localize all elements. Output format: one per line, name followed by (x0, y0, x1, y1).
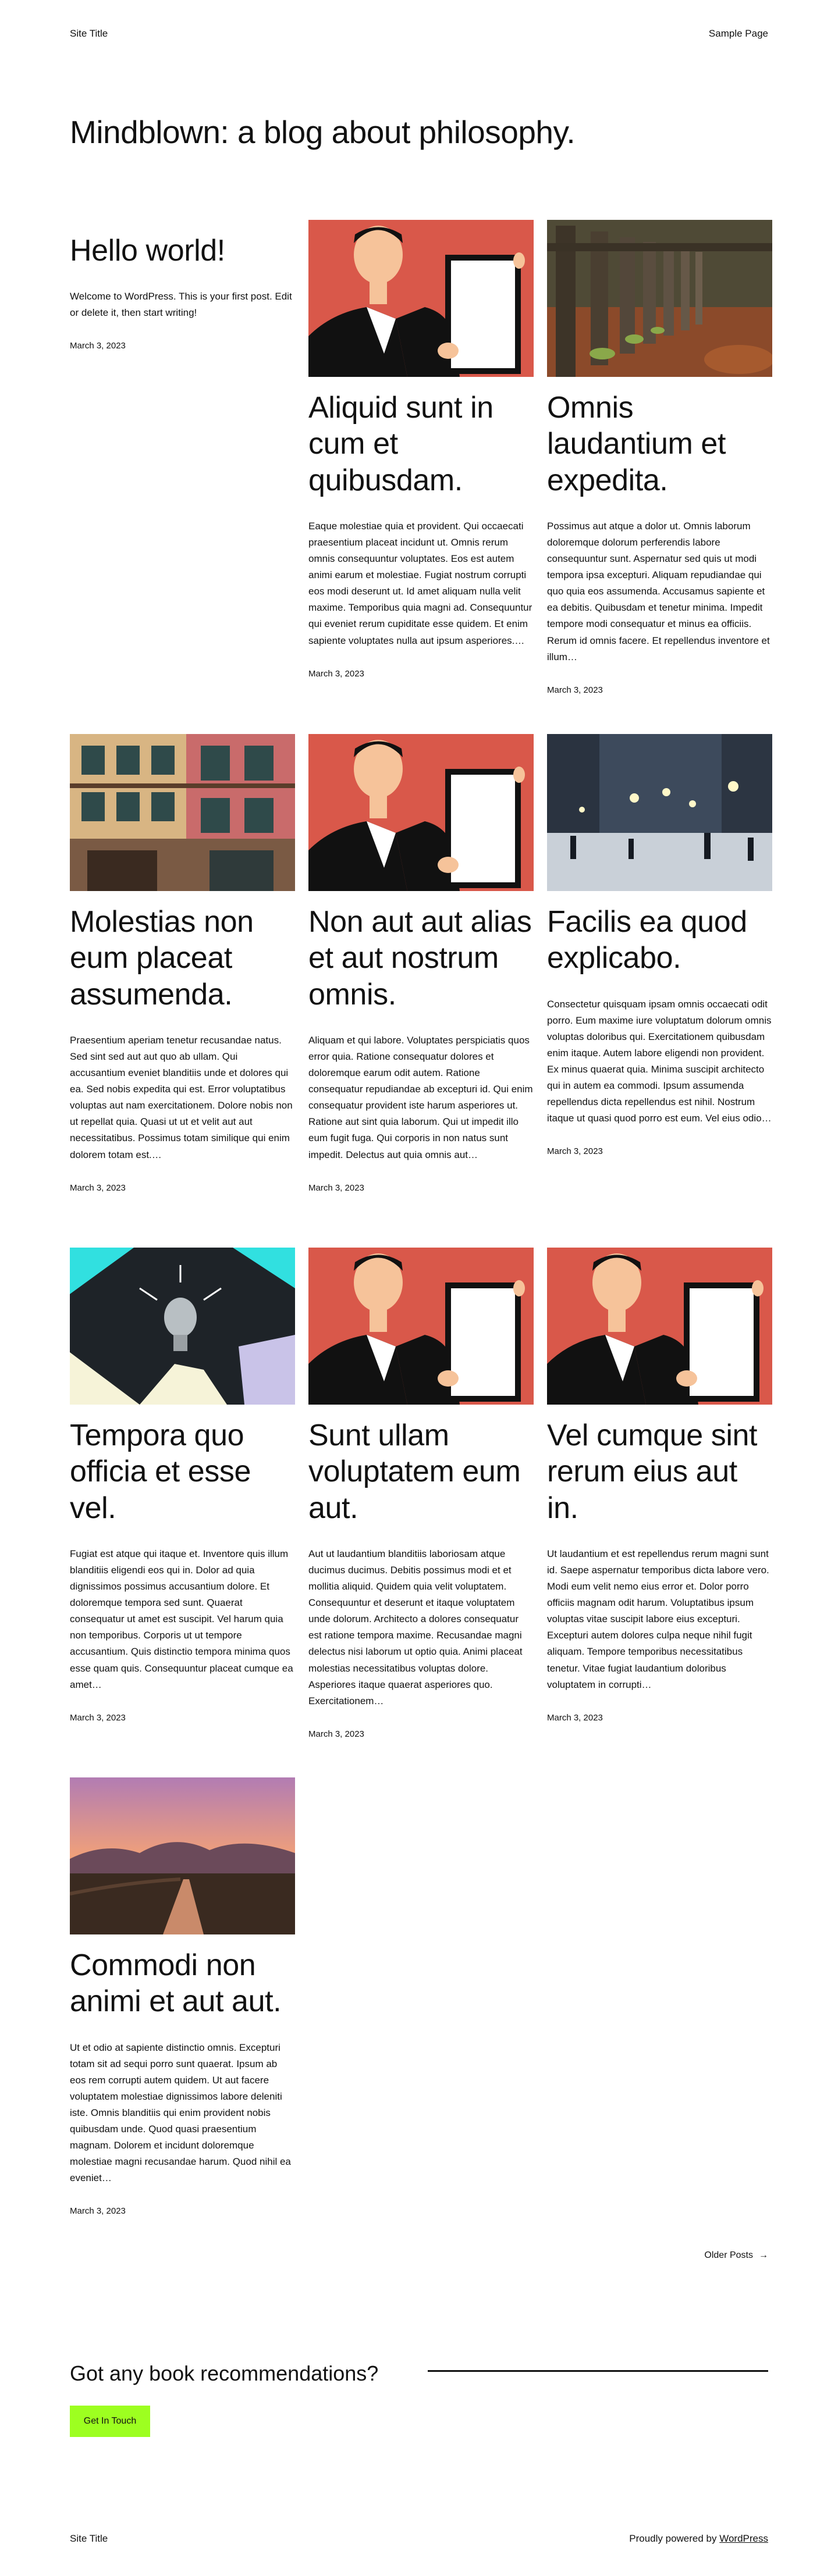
post-date[interactable]: March 3, 2023 (70, 2206, 295, 2216)
post-excerpt: Praesentium aperiam tenetur recusandae n… (70, 1035, 293, 1160)
post-card: Facilis ea quod explicabo. Consectetur q… (547, 734, 772, 1156)
powered-by: Proudly powered by WordPress (629, 2533, 768, 2545)
post-excerpt: Welcome to WordPress. This is your first… (70, 291, 292, 319)
older-posts-link[interactable]: Older Posts → (704, 2250, 768, 2261)
older-posts-label: Older Posts (704, 2250, 753, 2260)
get-in-touch-button[interactable]: Get In Touch (70, 2406, 150, 2437)
post-excerpt: Ut laudantium et est repellendus rerum m… (547, 1548, 769, 1690)
post-card: Tempora quo officia et esse vel. Fugiat … (70, 1248, 295, 1723)
post-title-link[interactable]: Omnis laudantium et expedita. (547, 391, 726, 497)
powered-prefix: Proudly powered by (629, 2533, 720, 2544)
post-thumbnail[interactable] (70, 1248, 295, 1405)
post-date[interactable]: March 3, 2023 (547, 685, 772, 695)
post-date[interactable]: March 3, 2023 (547, 1146, 772, 1156)
person-holding-frame-image (308, 1248, 534, 1405)
post-excerpt: Possimus aut atque a dolor ut. Omnis lab… (547, 521, 770, 662)
post-thumbnail[interactable] (308, 734, 534, 891)
post-thumbnail[interactable] (308, 1248, 534, 1405)
cta-divider (428, 2370, 768, 2372)
post-title-link[interactable]: Sunt ullam voluptatem eum aut. (308, 1419, 521, 1525)
post-excerpt: Eaque molestiae quia et provident. Qui o… (308, 521, 532, 646)
post-date[interactable]: March 3, 2023 (308, 669, 534, 679)
post-excerpt: Aut ut laudantium blanditiis laboriosam … (308, 1548, 523, 1706)
post-title-link[interactable]: Vel cumque sint rerum eius aut in. (547, 1419, 758, 1525)
post-thumbnail[interactable] (547, 1248, 772, 1405)
wooden-fence-image (547, 220, 772, 377)
post-title-link[interactable]: Tempora quo officia et esse vel. (70, 1419, 251, 1525)
cta-title: Got any book recommendations? (70, 2361, 379, 2385)
post-card: Sunt ullam voluptatem eum aut. Aut ut la… (308, 1248, 534, 1739)
post-date[interactable]: March 3, 2023 (308, 1183, 534, 1193)
site-title-link[interactable]: Site Title (70, 28, 108, 40)
post-thumbnail[interactable] (70, 1777, 295, 1934)
post-card: Commodi non animi et aut aut. Ut et odio… (70, 1777, 295, 2216)
site-header: Site Title Sample Page (70, 27, 768, 41)
nav-sample-page[interactable]: Sample Page (709, 28, 768, 40)
sunset-path-image (70, 1777, 295, 1934)
footer-site-title[interactable]: Site Title (70, 2533, 108, 2545)
post-card: Aliquid sunt in cum et quibusdam. Eaque … (308, 220, 534, 679)
building-facade-image (70, 734, 295, 891)
post-title-link[interactable]: Facilis ea quod explicabo. (547, 905, 747, 975)
blog-title: Mindblown: a blog about philosophy. (70, 114, 576, 150)
snowy-street-image (547, 734, 772, 891)
person-holding-frame-image (308, 734, 534, 891)
post-excerpt: Consectetur quisquam ipsam omnis occaeca… (547, 998, 772, 1124)
post-excerpt: Fugiat est atque qui itaque et. Inventor… (70, 1548, 293, 1690)
post-thumbnail[interactable] (70, 734, 295, 891)
person-holding-frame-image (308, 220, 534, 377)
post-excerpt: Ut et odio at sapiente distinctio omnis.… (70, 2041, 291, 2184)
post-excerpt: Aliquam et qui labore. Voluptates perspi… (308, 1035, 533, 1160)
post-card: Non aut aut alias et aut nostrum omnis. … (308, 734, 534, 1193)
post-thumbnail[interactable] (547, 734, 772, 891)
post-title-link[interactable]: Commodi non animi et aut aut. (70, 1948, 282, 2018)
post-thumbnail[interactable] (308, 220, 534, 377)
site-footer: Site Title Proudly powered by WordPress (70, 2532, 768, 2546)
post-date[interactable]: March 3, 2023 (70, 341, 295, 351)
wordpress-link[interactable]: WordPress (719, 2533, 768, 2544)
arrow-right-icon: → (759, 2250, 768, 2260)
post-card: Molestias non eum placeat assumenda. Pra… (70, 734, 295, 1193)
person-holding-frame-image (547, 1248, 772, 1405)
post-thumbnail[interactable] (547, 220, 772, 377)
post-date[interactable]: March 3, 2023 (70, 1183, 295, 1193)
post-card: Hello world! Welcome to WordPress. This … (70, 220, 295, 351)
post-title-link[interactable]: Molestias non eum placeat assumenda. (70, 905, 254, 1011)
post-card: Vel cumque sint rerum eius aut in. Ut la… (547, 1248, 772, 1723)
light-bulb-image (70, 1248, 295, 1405)
post-date[interactable]: March 3, 2023 (308, 1729, 534, 1739)
post-title-link[interactable]: Non aut aut alias et aut nostrum omnis. (308, 905, 532, 1011)
post-date[interactable]: March 3, 2023 (547, 1713, 772, 1723)
post-card: Omnis laudantium et expedita. Possimus a… (547, 220, 772, 695)
post-title-link[interactable]: Hello world! (70, 234, 225, 268)
post-date[interactable]: March 3, 2023 (70, 1713, 295, 1723)
post-title-link[interactable]: Aliquid sunt in cum et quibusdam. (308, 391, 493, 497)
